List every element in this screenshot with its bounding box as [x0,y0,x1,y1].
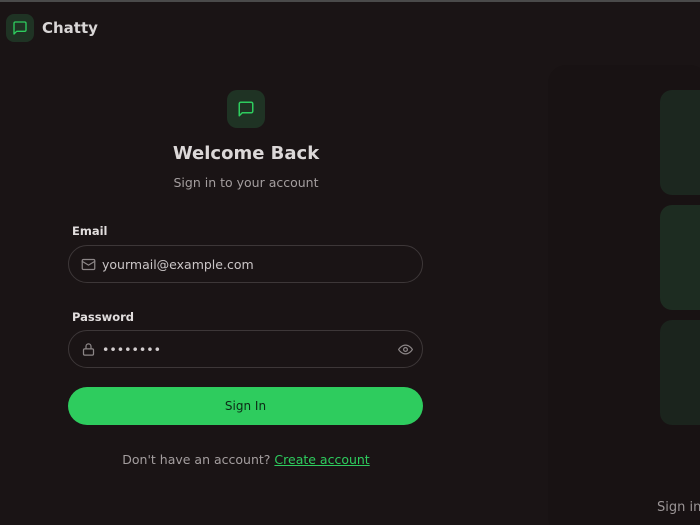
app-name: Chatty [42,19,98,37]
signup-prompt: Don't have an account? Create account [0,452,492,467]
password-input[interactable] [102,341,397,357]
message-square-icon [227,90,265,128]
eye-icon[interactable] [397,341,413,357]
app-brand[interactable]: Chatty [6,13,98,43]
mail-icon [80,256,96,272]
create-account-link[interactable]: Create account [274,452,369,467]
signup-prompt-text: Don't have an account? [122,452,275,467]
login-page: Chatty Sign in t Welcome Back Sign in to… [0,0,700,525]
email-field[interactable] [68,245,423,283]
sign-in-button[interactable]: Sign In [68,387,423,425]
lock-icon [80,341,96,357]
password-field[interactable] [68,330,423,368]
password-label: Password [72,310,134,324]
page-title: Welcome Back [172,143,320,164]
side-panel-tile [660,90,700,195]
email-input[interactable] [102,256,422,272]
side-panel-tile [660,320,700,425]
message-square-icon [6,14,34,42]
window-top-border [0,0,700,2]
side-panel-text: Sign in t [657,500,700,515]
page-subtitle: Sign in to your account [173,175,319,190]
side-panel-tile [660,205,700,310]
email-label: Email [72,224,108,238]
